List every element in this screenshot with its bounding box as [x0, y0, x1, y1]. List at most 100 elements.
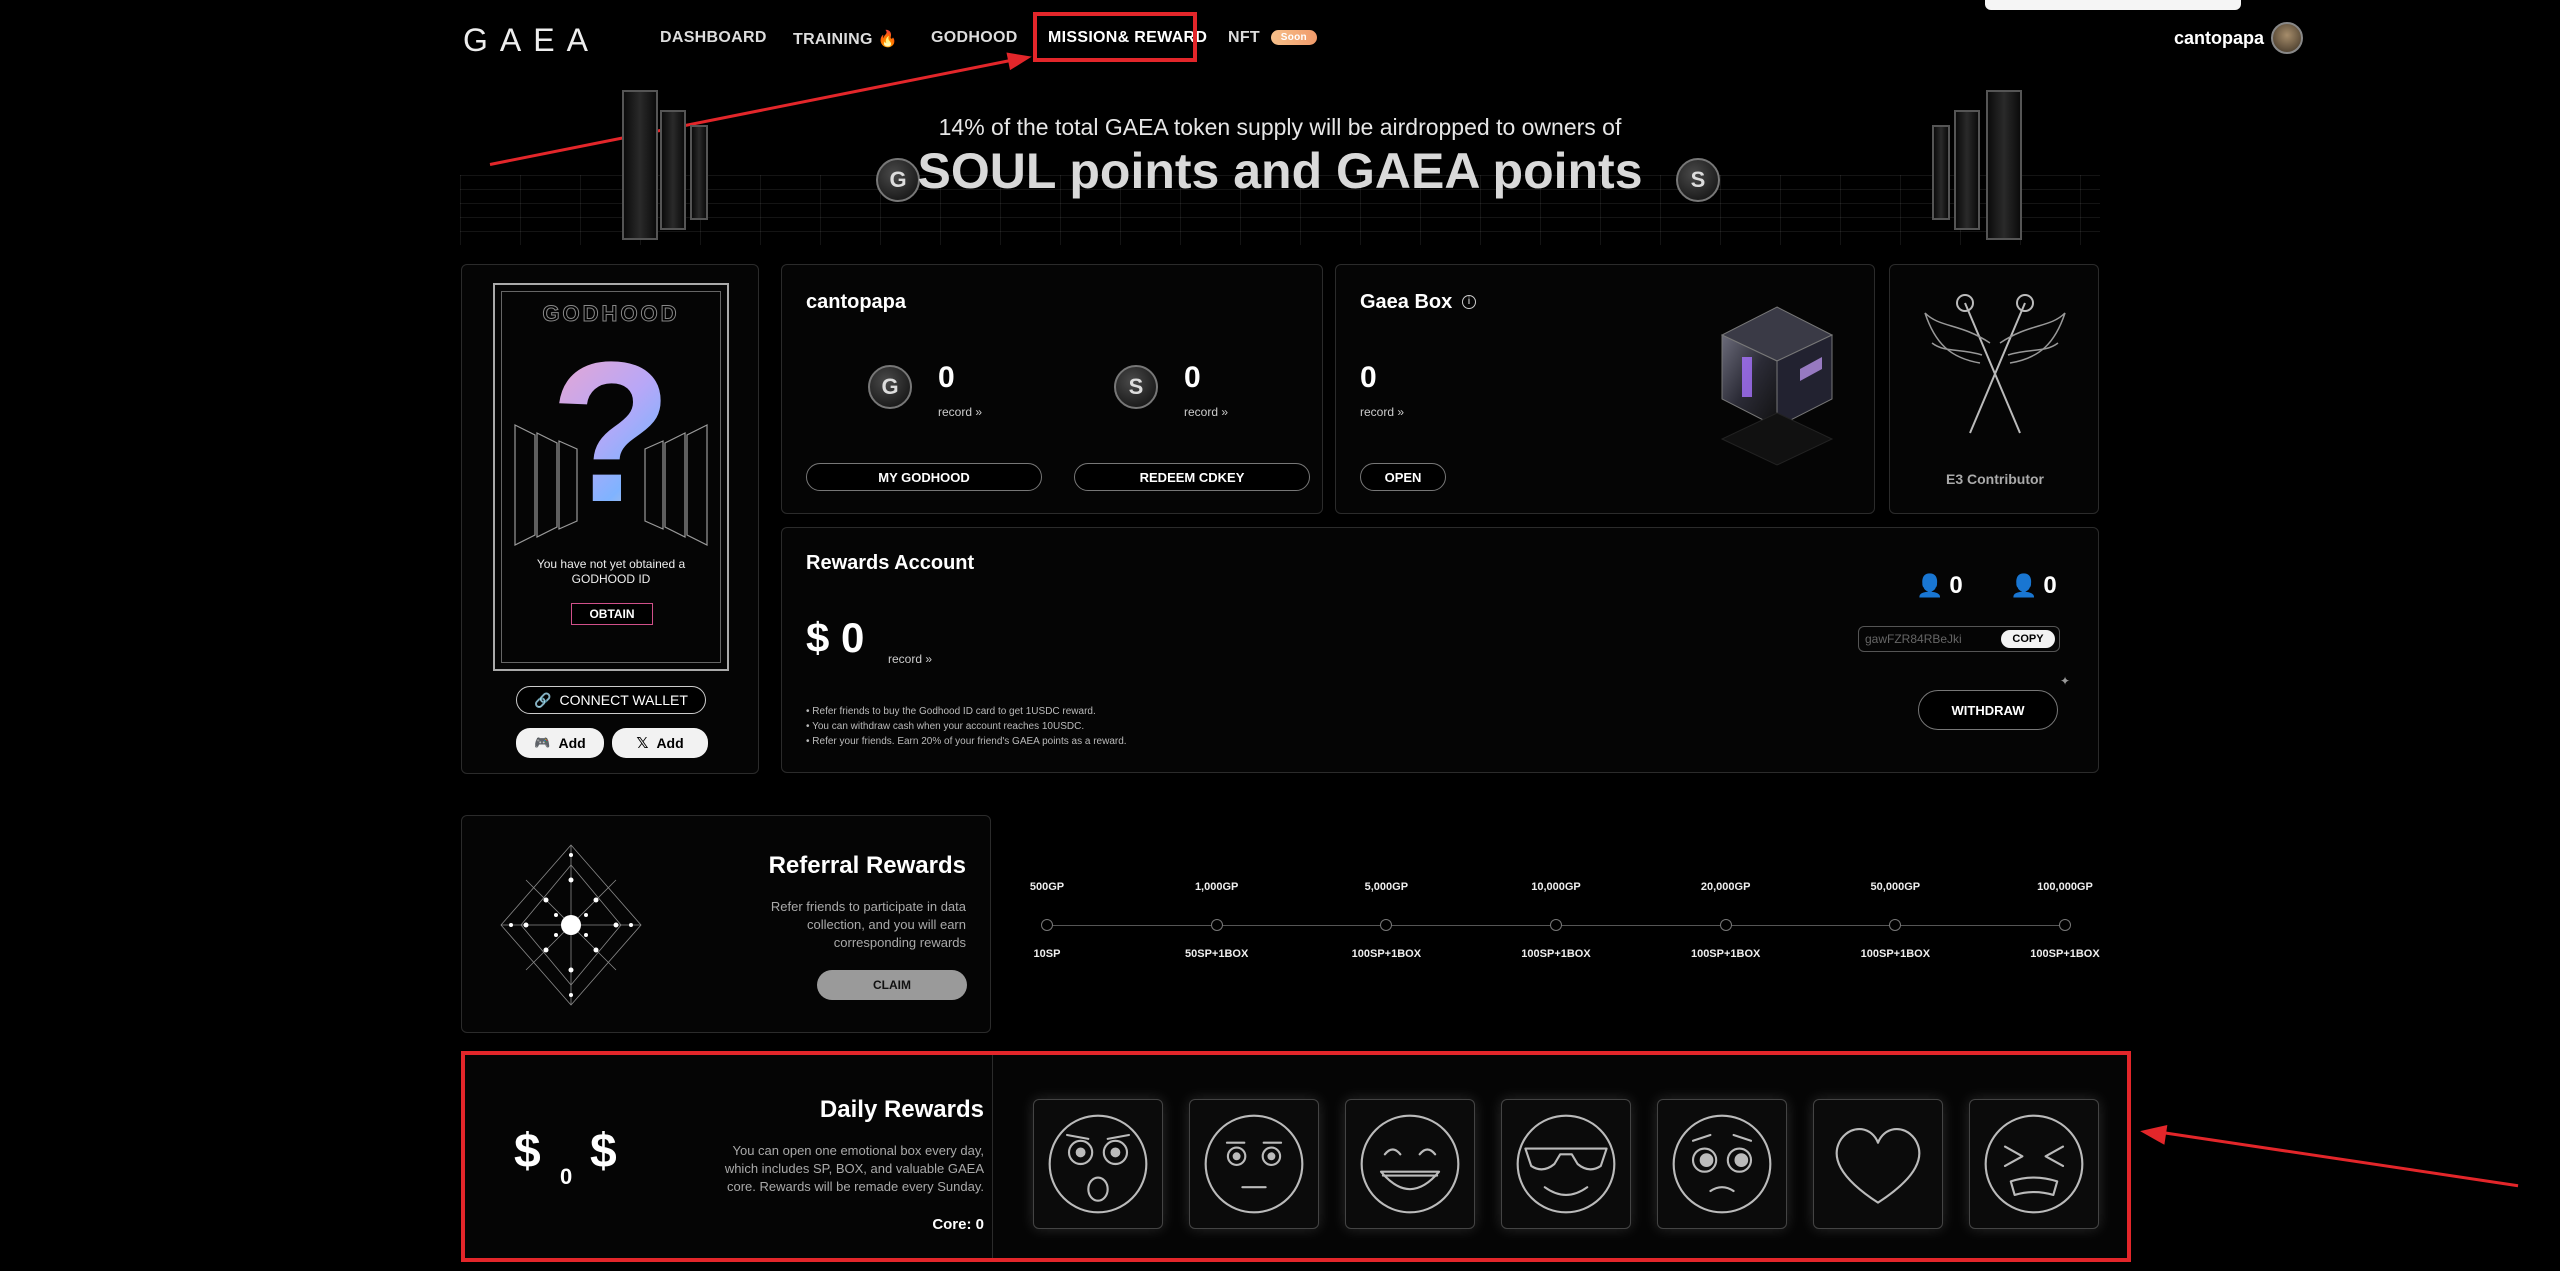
obtain-button[interactable]: OBTAIN [571, 603, 653, 625]
my-godhood-button[interactable]: MY GODHOOD [806, 463, 1042, 491]
crossed-scepters-icon [1924, 294, 2066, 434]
rewards-note: • You can withdraw cash when your accoun… [806, 721, 1085, 732]
open-box-button[interactable]: OPEN [1360, 463, 1446, 491]
referral-rewards-description: Refer friends to participate in data col… [770, 899, 966, 950]
top-navigation: GAEA DASHBOARD TRAINING 🔥 GODHOOD MISSIO… [0, 0, 2560, 80]
user-id-icon: 👤 [1916, 573, 1944, 598]
soul-record-link[interactable]: record » [1184, 405, 1228, 419]
referral-count-2-value: 0 [2043, 572, 2057, 599]
invite-code-value: gawFZR84RBeJki [1865, 632, 1962, 646]
nav-godhood[interactable]: GODHOOD [931, 29, 1018, 47]
invite-code-field[interactable]: gawFZR84RBeJki COPY [1858, 626, 2060, 652]
rewards-record-link[interactable]: record » [888, 652, 932, 666]
contributor-label: E3 Contributor [1946, 471, 2044, 487]
gaea-box-count: 0 [1360, 361, 1377, 394]
question-mark-icon: ? [550, 321, 673, 544]
milestone-dot [1210, 919, 1223, 931]
milestone-reward-label: 100SP+1BOX [1351, 948, 1422, 960]
add-discord-label: Add [558, 735, 586, 751]
nav-training[interactable]: TRAINING 🔥 [793, 29, 898, 49]
fire-icon: 🔥 [877, 31, 898, 48]
hero-title: SOUL points and GAEA points [917, 143, 1643, 199]
user-add-icon: 👤 [2010, 573, 2038, 598]
rewards-notes: • Refer friends to buy the Godhood ID ca… [806, 704, 1127, 749]
double-chevron-icon: » [925, 652, 933, 666]
hero-subtitle: 14% of the total GAEA token supply will … [938, 114, 1622, 140]
rewards-account-card: Rewards Account $ 0 record » • Refer fri… [781, 527, 2099, 773]
milestone-gp-label: 5,000GP [1364, 881, 1409, 893]
milestone-reward-label: 100SP+1BOX [1521, 948, 1591, 960]
gaea-box-record-link[interactable]: record » [1360, 405, 1404, 419]
record-label: record [1360, 405, 1395, 419]
copy-button[interactable]: COPY [2001, 630, 2055, 648]
referral-rewards-title: Referral Rewards [768, 852, 966, 879]
milestone-reward-label: 10SP [1033, 948, 1061, 960]
nav-nft[interactable]: NFT Soon [1228, 29, 1317, 47]
add-x-label: Add [656, 735, 684, 751]
soul-points-icon: S [1114, 365, 1158, 409]
highlight-box-daily [461, 1051, 2131, 1262]
rewards-amount: $ 0 [806, 614, 864, 662]
referral-rewards-card: Referral Rewards Refer friends to partic… [461, 815, 991, 1033]
discord-icon: 🎮 [534, 735, 551, 750]
add-x-button[interactable]: 𝕏 Add [612, 728, 708, 758]
currency-symbol: $ [806, 614, 830, 661]
referral-count-1-value: 0 [1949, 572, 1963, 599]
double-chevron-icon: » [1221, 405, 1229, 419]
milestone-dot [1889, 919, 1902, 931]
record-label: record [888, 652, 923, 666]
user-name[interactable]: cantopapa [2174, 28, 2264, 49]
gaea-box-cube-icon [1720, 306, 1834, 466]
connect-wallet-label: CONNECT WALLET [559, 692, 688, 708]
double-chevron-icon: » [975, 405, 983, 419]
milestone-dot [2059, 919, 2071, 931]
hero-banner: G S 14% of the total GAEA token supply w… [460, 80, 2100, 245]
highlight-box-nav [1033, 12, 1197, 62]
nav-nft-label: NFT [1228, 29, 1261, 46]
top-strip [1985, 0, 2241, 10]
avatar[interactable] [2271, 22, 2303, 54]
rewards-note: • Refer your friends. Earn 20% of your f… [806, 736, 1127, 747]
milestone-dot [1550, 919, 1562, 931]
sparkle-icon: ✦ [2060, 674, 2071, 688]
profile-card: cantopapa G 0 record » S 0 record » MY G… [781, 264, 1323, 514]
milestone-gp-label: 100,000GP [2037, 881, 2093, 893]
milestone-gp-label: 50,000GP [1870, 881, 1921, 893]
gaea-logo[interactable]: GAEA [463, 22, 600, 59]
annotation-arrow-line [2161, 1131, 2519, 1188]
milestone-reward-label: 100SP+1BOX [1860, 948, 1931, 960]
godhood-record-link[interactable]: record » [938, 405, 982, 419]
link-icon: 🔗 [534, 691, 552, 708]
rewards-note-text: Refer friends to buy the Godhood ID card… [812, 706, 1096, 717]
e3-contributor-card: E3 Contributor [1889, 264, 2099, 514]
milestone-gp-label: 10,000GP [1531, 881, 1581, 893]
info-icon[interactable]: i [1462, 295, 1476, 309]
milestone-dot [1380, 919, 1393, 931]
godhood-id-frame: GODHOOD ? You have not yet obtained a GO… [493, 283, 729, 671]
redeem-cdkey-button[interactable]: REDEEM CDKEY [1074, 463, 1310, 491]
claim-button[interactable]: CLAIM [817, 970, 967, 1000]
referral-counter-2: 👤 0 [2010, 572, 2057, 600]
nav-training-label: TRAINING [793, 31, 873, 48]
milestone-gp-label: 500GP [1029, 881, 1065, 893]
profile-username: cantopapa [806, 291, 907, 313]
rewards-note-text: You can withdraw cash when your account … [812, 721, 1085, 732]
milestone-gp-label: 1,000GP [1194, 881, 1239, 893]
milestone-reward-label: 100SP+1BOX [2030, 948, 2100, 960]
milestone-gp-label: 20,000GP [1700, 881, 1751, 893]
milestone-dot [1719, 919, 1732, 931]
record-label: record [938, 405, 973, 419]
rewards-amount-value: 0 [841, 614, 865, 661]
connect-wallet-button[interactable]: 🔗 CONNECT WALLET [516, 686, 706, 714]
godhood-card: GODHOOD ? You have not yet obtained a GO… [461, 264, 759, 774]
gaea-box-title: Gaea Box [1360, 291, 1453, 313]
withdraw-button[interactable]: WITHDRAW [1918, 690, 2058, 730]
godhood-message: You have not yet obtained a GODHOOD ID [536, 557, 686, 586]
referral-counter-1: 👤 0 [1916, 572, 1963, 600]
add-discord-button[interactable]: 🎮 Add [516, 728, 604, 758]
nav-dashboard[interactable]: DASHBOARD [660, 29, 767, 47]
rewards-note-text: Refer your friends. Earn 20% of your fri… [812, 736, 1127, 747]
gaea-box-card: Gaea Box i 0 record » OPEN [1335, 264, 1875, 514]
rewards-account-title: Rewards Account [806, 552, 975, 574]
annotation-arrow-head [2138, 1121, 2168, 1145]
